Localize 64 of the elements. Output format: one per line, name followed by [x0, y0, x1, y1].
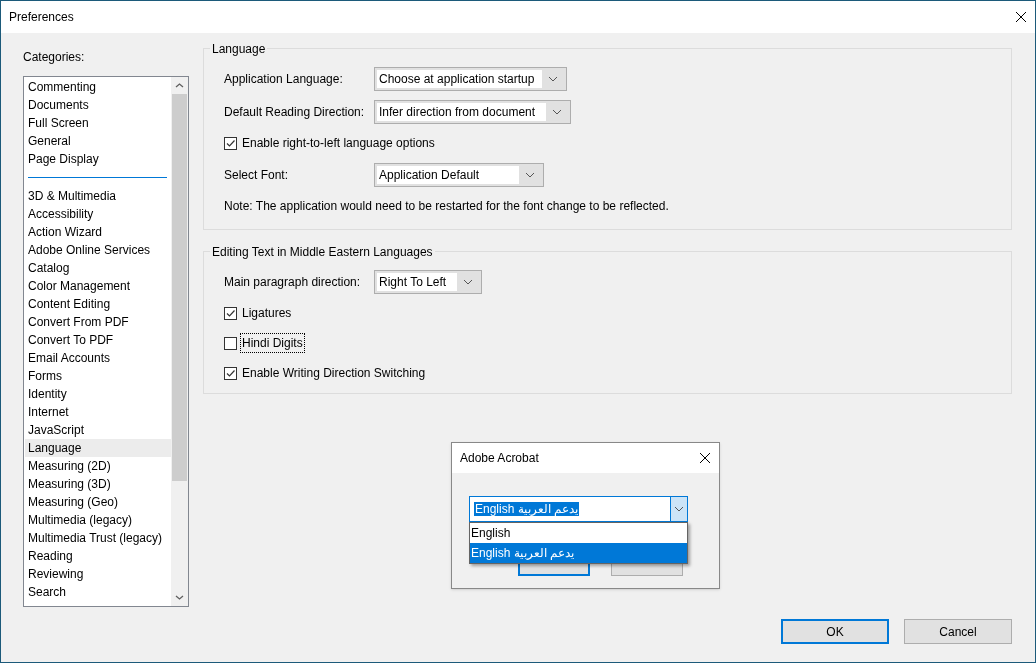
category-item[interactable]: Full Screen [25, 114, 171, 132]
category-item[interactable]: Reading [25, 547, 171, 565]
chevron-down-icon [674, 506, 684, 512]
categories-label: Categories: [23, 49, 86, 66]
field-label: Application Language: [224, 70, 344, 88]
category-item[interactable]: Commenting [25, 78, 171, 96]
close-icon[interactable] [699, 452, 711, 464]
category-item[interactable]: Catalog [25, 259, 171, 277]
checkbox-label: Ligatures [241, 305, 293, 322]
category-item[interactable]: Identity [25, 385, 171, 403]
category-item[interactable]: JavaScript [25, 421, 171, 439]
dropdown[interactable]: Infer direction from document [374, 99, 571, 124]
category-item[interactable]: Multimedia Trust (legacy) [25, 529, 171, 547]
category-item[interactable]: Email Accounts [25, 349, 171, 367]
category-item[interactable]: Action Wizard [25, 223, 171, 241]
window-title: Preferences [9, 9, 74, 26]
category-item[interactable]: Convert From PDF [25, 313, 171, 331]
category-item[interactable]: Accessibility [25, 205, 171, 223]
combo-box[interactable]: English يدعم العربية [469, 496, 688, 522]
scrollbar[interactable] [171, 77, 188, 606]
dropdown[interactable]: Right To Left [374, 269, 482, 294]
category-item[interactable]: Measuring (3D) [25, 475, 171, 493]
chevron-down-icon [463, 278, 473, 285]
ok-button[interactable]: OK [781, 619, 889, 644]
field-label: Main paragraph direction: [224, 273, 362, 291]
category-item[interactable]: 3D & Multimedia [25, 187, 171, 205]
dropdown-option[interactable]: English [470, 523, 687, 543]
category-item[interactable]: Measuring (Geo) [25, 493, 171, 511]
cancel-button[interactable]: Cancel [904, 619, 1012, 644]
field-label: Default Reading Direction: [224, 103, 366, 121]
scrollbar-thumb[interactable] [172, 94, 187, 481]
category-item[interactable]: Color Management [25, 277, 171, 295]
chevron-down-icon[interactable] [175, 595, 184, 600]
dropdown[interactable]: Choose at application startup [374, 66, 567, 91]
checkbox-label: Hindi Digits [240, 333, 305, 353]
chevron-down-icon [552, 108, 562, 115]
category-item[interactable]: Convert To PDF [25, 331, 171, 349]
category-item[interactable]: Reviewing [25, 565, 171, 583]
field-label: Select Font: [224, 166, 290, 184]
chevron-down-icon [548, 75, 558, 82]
chevron-down-icon [525, 171, 535, 178]
category-item[interactable]: Documents [25, 96, 171, 114]
dropdown-option[interactable]: English يدعم العربية [470, 543, 687, 563]
category-item[interactable]: Page Display [25, 150, 171, 168]
checkbox-label: Enable Writing Direction Switching [241, 365, 427, 382]
dropdown[interactable]: Application Default [374, 162, 544, 187]
checkbox[interactable] [224, 336, 237, 350]
category-item[interactable]: Forms [25, 367, 171, 385]
checkbox[interactable] [224, 136, 237, 150]
chevron-up-icon[interactable] [175, 83, 184, 88]
category-item[interactable]: Adobe Online Services [25, 241, 171, 259]
category-item[interactable]: Language [25, 439, 171, 457]
category-item[interactable]: General [25, 132, 171, 150]
category-item[interactable]: Internet [25, 403, 171, 421]
category-item[interactable]: Measuring (2D) [25, 457, 171, 475]
close-icon[interactable] [1015, 11, 1027, 23]
note-text: Note: The application would need to be restarted for the font change to be reflected. [224, 198, 669, 215]
checkbox[interactable] [224, 366, 237, 380]
dialog-title: Adobe Acrobat [460, 450, 539, 467]
category-item[interactable]: Content Editing [25, 295, 171, 313]
checkbox[interactable] [224, 306, 237, 320]
checkbox-label: Enable right-to-left language options [241, 135, 436, 152]
category-item[interactable]: Search [25, 583, 171, 601]
category-item[interactable]: Multimedia (legacy) [25, 511, 171, 529]
